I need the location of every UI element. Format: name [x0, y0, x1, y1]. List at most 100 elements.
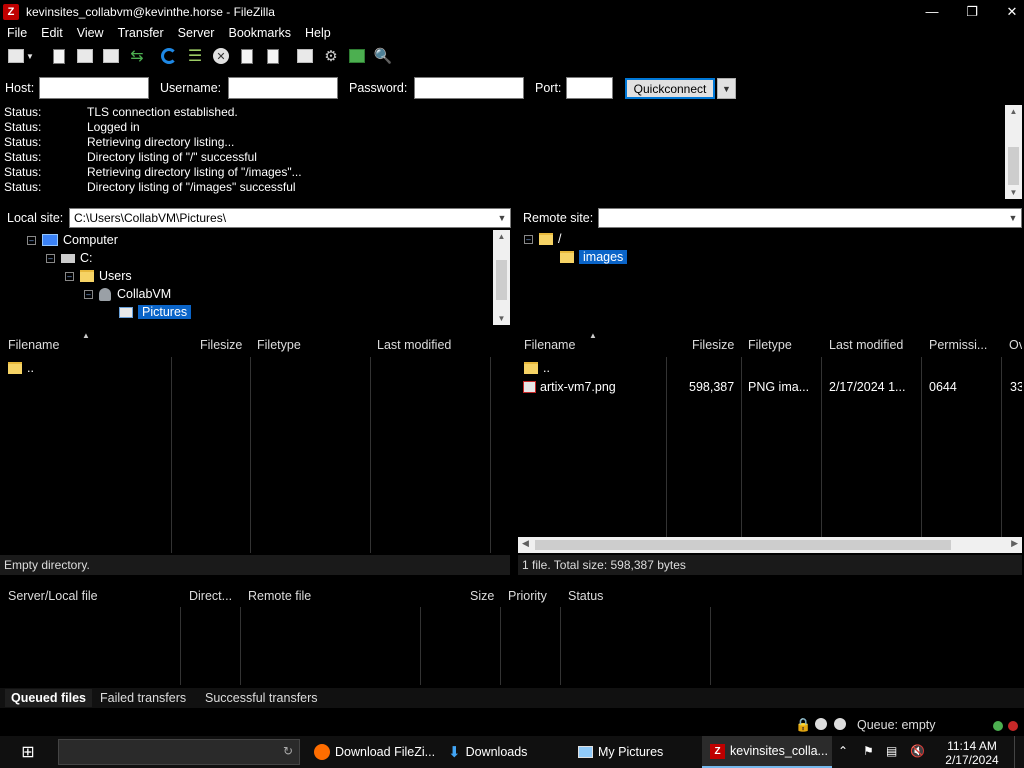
port-input[interactable] — [566, 77, 613, 99]
show-hidden-icons-icon[interactable]: ⌃ — [838, 744, 848, 758]
task-my-pictures[interactable]: My Pictures — [570, 736, 700, 768]
tab-successful-transfers[interactable]: Successful transfers — [205, 689, 318, 707]
local-site-path[interactable]: C:\Users\CollabVM\Pictures\ ▼ — [69, 208, 511, 228]
tab-queued-files[interactable]: Queued files — [5, 689, 92, 707]
queue-col-file[interactable]: Server/Local file — [8, 585, 98, 607]
tree-node-users[interactable]: – Users — [65, 267, 132, 285]
toggle-queue-button[interactable]: ⇆ — [126, 45, 148, 67]
tree-node-root[interactable]: – / — [524, 230, 561, 248]
toggle-remote-tree-button[interactable] — [100, 45, 122, 67]
host-label: Host: — [5, 81, 35, 95]
local-tree-scrollbar[interactable]: ▲ ▼ — [493, 230, 510, 325]
taskbar-clock-time[interactable]: 11:14 AM — [935, 739, 1009, 753]
quickconnect-history-button[interactable]: ▼ — [717, 78, 736, 99]
tree-node-images[interactable]: images — [560, 248, 628, 266]
remote-list-hscrollbar[interactable]: ◀ ▶ — [518, 537, 1022, 553]
process-queue-button[interactable]: ☰ — [184, 45, 206, 67]
log-line: Status: Directory listing of "/" successf… — [4, 150, 257, 164]
restore-button[interactable]: ❐ — [952, 0, 992, 23]
scroll-down-icon[interactable]: ▼ — [493, 314, 510, 323]
filter-status-icon[interactable] — [815, 718, 827, 730]
scroll-left-icon[interactable]: ◀ — [522, 538, 529, 549]
queue-col-direction[interactable]: Direct... — [189, 585, 232, 607]
show-desktop-button[interactable] — [1014, 736, 1024, 768]
remote-list-scroll-thumb[interactable] — [535, 540, 951, 550]
local-col-modified[interactable]: Last modified — [377, 334, 451, 356]
chevron-down-icon[interactable]: ▼ — [1005, 209, 1021, 227]
sort-ascending-icon: ▲ — [589, 331, 597, 340]
scroll-down-icon[interactable]: ▼ — [1005, 188, 1022, 197]
log-scrollbar[interactable]: ▲ ▼ — [1005, 105, 1022, 199]
username-input[interactable] — [228, 77, 338, 99]
folder-icon — [560, 251, 574, 263]
log-scroll-thumb[interactable] — [1008, 147, 1019, 185]
menu-edit[interactable]: Edit — [34, 23, 70, 43]
tree-node-collabvm[interactable]: – CollabVM — [84, 285, 171, 303]
host-input[interactable] — [39, 77, 149, 99]
list-item[interactable]: .. — [524, 359, 550, 377]
task-firefox[interactable]: Download FileZi... — [306, 736, 436, 768]
menu-server[interactable]: Server — [171, 23, 222, 43]
remote-col-permissions[interactable]: Permissi... — [929, 334, 987, 356]
local-site-label: Local site: — [7, 211, 64, 225]
remote-col-filetype[interactable]: Filetype — [748, 334, 792, 356]
folder-icon — [80, 270, 94, 282]
menu-transfer[interactable]: Transfer — [111, 23, 171, 43]
quickconnect-button[interactable]: Quickconnect — [625, 78, 715, 99]
reconnect-button[interactable] — [262, 45, 284, 67]
queue-col-priority[interactable]: Priority — [508, 585, 547, 607]
speed-limit-icon[interactable] — [834, 718, 846, 730]
local-col-filename[interactable]: Filename — [8, 334, 59, 356]
tree-node-computer[interactable]: – Computer — [27, 231, 118, 249]
menu-view[interactable]: View — [70, 23, 111, 43]
refresh-button[interactable] — [158, 45, 180, 67]
local-col-filesize[interactable]: Filesize — [200, 334, 242, 356]
directory-listing-filters-button[interactable] — [294, 45, 316, 67]
remote-col-filename[interactable]: Filename — [524, 334, 575, 356]
scroll-up-icon[interactable]: ▲ — [493, 232, 510, 241]
taskbar-clock-date[interactable]: 2/17/2024 — [935, 753, 1009, 767]
disconnect-button[interactable] — [236, 45, 258, 67]
menu-bookmarks[interactable]: Bookmarks — [221, 23, 298, 43]
password-label: Password: — [349, 81, 408, 95]
queue-col-size[interactable]: Size — [470, 585, 494, 607]
toggle-sync-browsing-button[interactable]: ⚙ — [320, 45, 342, 67]
remote-col-filesize[interactable]: Filesize — [692, 334, 734, 356]
site-manager-button[interactable]: ▼ — [4, 45, 38, 67]
menu-file[interactable]: File — [0, 23, 34, 43]
network-icon[interactable]: ▤ — [886, 744, 897, 758]
table-row[interactable]: artix-vm7.png 598,387 PNG ima... 2/17/20… — [523, 378, 1022, 396]
scroll-up-icon[interactable]: ▲ — [1005, 107, 1022, 116]
cancel-operation-button[interactable]: ✕ — [210, 45, 232, 67]
remote-col-owner[interactable]: Ov — [1009, 334, 1022, 356]
tree-node-drive-c[interactable]: – C: — [46, 249, 93, 267]
toggle-log-button[interactable] — [48, 45, 70, 67]
chevron-down-icon[interactable]: ▼ — [494, 209, 510, 227]
local-col-filetype[interactable]: Filetype — [257, 334, 301, 356]
minimize-button[interactable]: — — [912, 0, 952, 23]
task-filezilla[interactable]: Zkevinsites_colla... — [702, 736, 832, 768]
remote-site-path[interactable]: ▼ — [598, 208, 1022, 228]
queue-col-status[interactable]: Status — [568, 585, 603, 607]
task-downloads[interactable]: ⬇ Downloads — [440, 736, 570, 768]
log-line: Status: Directory listing of "/images" su… — [4, 180, 296, 194]
tree-node-pictures[interactable]: Pictures — [119, 303, 192, 321]
start-button[interactable]: ⊞ — [0, 736, 56, 768]
search-remote-files-button[interactable]: 🔍 — [372, 45, 394, 67]
toggle-local-tree-button[interactable] — [74, 45, 96, 67]
local-tree-scroll-thumb[interactable] — [496, 260, 507, 300]
directory-comparison-button[interactable] — [346, 45, 368, 67]
taskbar-search-box[interactable]: ↻ — [58, 739, 300, 765]
flag-icon[interactable]: ⚑ — [863, 744, 874, 758]
menu-help[interactable]: Help — [298, 23, 338, 43]
log-line: Status: TLS connection established. — [4, 105, 238, 119]
queue-col-remote[interactable]: Remote file — [248, 585, 311, 607]
volume-muted-icon[interactable]: 🔇 — [910, 744, 925, 758]
remote-col-modified[interactable]: Last modified — [829, 334, 903, 356]
password-input[interactable] — [414, 77, 524, 99]
close-button[interactable]: ✕ — [992, 0, 1024, 23]
scroll-right-icon[interactable]: ▶ — [1011, 538, 1018, 549]
list-item[interactable]: .. — [8, 359, 34, 377]
transfer-queue: Server/Local file Direct... Remote file … — [0, 585, 1024, 685]
tab-failed-transfers[interactable]: Failed transfers — [100, 689, 186, 707]
